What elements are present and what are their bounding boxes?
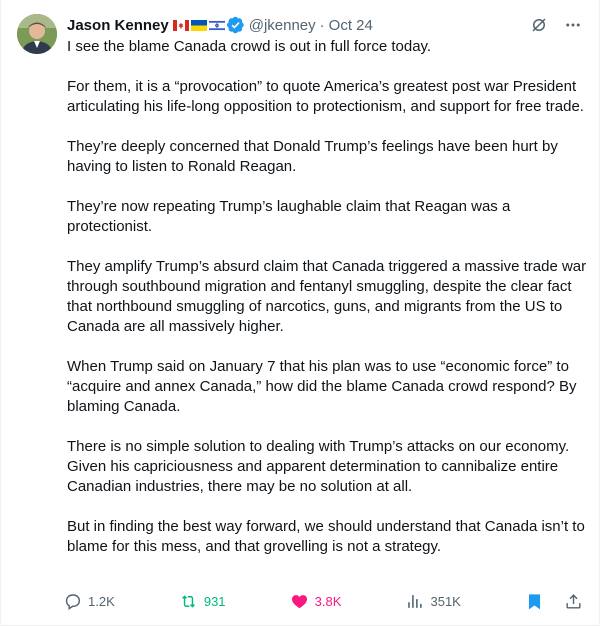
separator-dot: · bbox=[319, 16, 325, 34]
avatar[interactable] bbox=[17, 14, 57, 54]
flag-emojis bbox=[172, 19, 225, 31]
author-handle[interactable]: @jkenney bbox=[249, 17, 316, 34]
retweet-count: 931 bbox=[203, 593, 226, 609]
tweet-paragraph: They amplify Trump’s absurd claim that C… bbox=[67, 258, 587, 335]
views-button[interactable]: 351K bbox=[405, 592, 461, 611]
bookmark-icon bbox=[528, 593, 540, 609]
tweet-paragraph: But in finding the best way forward, we … bbox=[67, 518, 585, 555]
reply-icon bbox=[65, 593, 81, 610]
bookmark-button[interactable] bbox=[525, 592, 544, 611]
share-button[interactable] bbox=[564, 592, 583, 611]
like-button[interactable]: 3.8K bbox=[290, 592, 342, 611]
tweet-paragraph: For them, it is a “provocation” to quote… bbox=[67, 78, 584, 115]
top-actions bbox=[529, 15, 583, 35]
like-count: 3.8K bbox=[314, 593, 342, 609]
grok-icon[interactable] bbox=[529, 15, 549, 35]
heart-icon bbox=[291, 594, 307, 608]
tweet-paragraph: They’re now repeating Trump’s laughable … bbox=[67, 198, 511, 235]
more-options-icon[interactable] bbox=[563, 15, 583, 35]
tweet-paragraph: When Trump said on January 7 that his pl… bbox=[67, 358, 577, 415]
tweet-paragraph: I see the blame Canada crowd is out in f… bbox=[67, 38, 432, 55]
reply-button[interactable]: 1.2K bbox=[63, 592, 115, 611]
action-bar: 1.2K 931 3.8K 351K bbox=[63, 590, 583, 612]
author-name[interactable]: Jason Kenney bbox=[67, 17, 169, 34]
retweet-button[interactable]: 931 bbox=[179, 592, 226, 611]
israel-flag-icon bbox=[208, 19, 225, 31]
avatar-image bbox=[17, 14, 57, 54]
tweet-paragraph: They’re deeply concerned that Donald Tru… bbox=[67, 138, 558, 175]
retweet-icon bbox=[181, 594, 195, 608]
right-actions bbox=[525, 592, 583, 611]
tweet-header: Jason Kenney @jkenney · Oct 24 bbox=[67, 15, 583, 35]
tweet-card[interactable]: Jason Kenney @jkenney · Oct 24 I see the… bbox=[0, 0, 600, 626]
canada-flag-icon bbox=[172, 19, 189, 31]
reply-count: 1.2K bbox=[88, 593, 115, 609]
tweet-body: I see the blame Canada crowd is out in f… bbox=[67, 37, 587, 577]
verified-badge-icon bbox=[226, 16, 244, 34]
ukraine-flag-icon bbox=[190, 19, 207, 31]
share-icon bbox=[566, 593, 581, 609]
views-count: 351K bbox=[430, 593, 461, 609]
tweet-date[interactable]: Oct 24 bbox=[329, 17, 373, 34]
tweet-paragraph: There is no simple solution to dealing w… bbox=[67, 438, 570, 495]
views-chart-icon bbox=[408, 594, 423, 608]
